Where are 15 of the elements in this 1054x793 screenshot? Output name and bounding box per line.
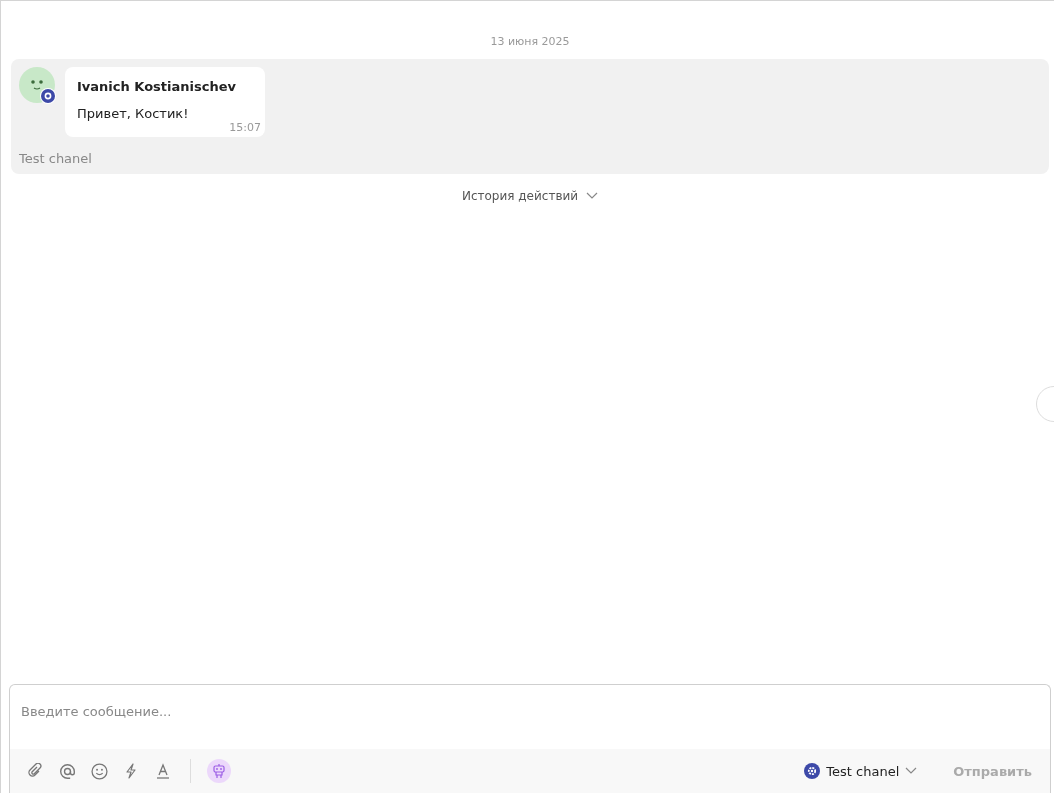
channel-icon	[804, 763, 821, 779]
message-input[interactable]: Введите сообщение...	[9, 684, 1051, 749]
avatar-icon	[19, 67, 57, 105]
channel-select[interactable]: Test chanel	[804, 763, 918, 779]
robot-button[interactable]	[207, 759, 231, 783]
robot-icon	[212, 763, 226, 779]
message-text: Привет, Костик!	[77, 106, 190, 121]
message-time: 15:07	[229, 121, 261, 134]
history-toggle[interactable]: История действий	[455, 188, 605, 204]
date-divider: 13 июня 2025	[489, 35, 571, 48]
chevron-icon	[905, 767, 918, 775]
channel-label: Test chanel	[19, 151, 93, 166]
author-name: Ivanich Kostianischev	[77, 79, 237, 94]
emoji-icon[interactable]	[88, 760, 110, 782]
chevron-icon	[586, 192, 599, 200]
